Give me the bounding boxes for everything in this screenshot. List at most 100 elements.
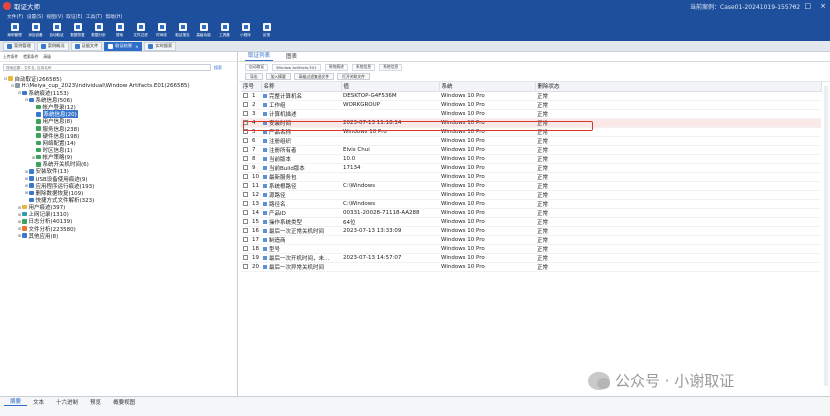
table-row[interactable]: 17 制造商 Windows 10 Pro 正常 bbox=[241, 235, 821, 245]
tab-hex[interactable]: 十六进制 bbox=[50, 397, 84, 406]
row-checkbox[interactable] bbox=[243, 101, 248, 107]
col-name[interactable]: 名称 bbox=[261, 82, 342, 92]
case-manage-button[interactable]: 案例管理 bbox=[4, 21, 25, 41]
table-row[interactable]: 19 最后一次开机时间，未... 2023-07-13 14:57:07 Window… bbox=[241, 253, 821, 263]
table-row[interactable]: 6 注册组织 Windows 10 Pro 正常 bbox=[241, 136, 821, 146]
row-checkbox[interactable] bbox=[243, 110, 248, 116]
col-value[interactable]: 值 bbox=[341, 82, 440, 92]
data-recovery-button[interactable]: 数据恢复 bbox=[67, 21, 88, 41]
tree-node[interactable]: ⊞ 其他应用(8) bbox=[0, 232, 237, 240]
menu-file[interactable]: 文件(F) bbox=[7, 13, 27, 20]
breadcrumb-item[interactable]: 系统痕迹 bbox=[324, 63, 348, 71]
table-row[interactable]: 20 最后一次异常关机时间 Windows 10 Pro 正常 bbox=[241, 262, 821, 272]
open-related-file-button[interactable]: 打开关联文件 bbox=[337, 73, 370, 80]
tree-node[interactable]: 硬件信息(198) bbox=[0, 132, 237, 140]
menu-forensics[interactable]: 取证(E) bbox=[66, 13, 86, 20]
toolset-button[interactable]: 工具集 bbox=[214, 21, 235, 41]
table-row[interactable]: 2 工作组 WORKGROUP Windows 10 Pro 正常 bbox=[241, 100, 821, 110]
tree-node[interactable]: 系统信息(20) bbox=[0, 110, 237, 119]
row-checkbox[interactable] bbox=[243, 155, 248, 161]
tab-live-search[interactable]: 实时搜索 bbox=[144, 41, 177, 51]
advanced-dropdown[interactable]: 高级 bbox=[43, 54, 51, 60]
advanced-button[interactable]: 高级功能 bbox=[193, 21, 214, 41]
tab-results[interactable]: 取证结果 × bbox=[104, 41, 143, 51]
col-delete-status[interactable]: 删除状态 bbox=[535, 82, 822, 92]
feedback-button[interactable]: 反馈 bbox=[256, 21, 277, 41]
menu-view[interactable]: 视图(V) bbox=[46, 13, 66, 20]
table-row[interactable]: 14 产品ID 00331-20028-71118-AA288 Windows 10 … bbox=[241, 208, 821, 218]
table-row[interactable]: 1 完整计算机名 DESKTOP-G4F536M Windows 10 Pro 正常 bbox=[241, 91, 821, 101]
table-row[interactable]: 12 源路径 Windows 10 Pro 正常 bbox=[241, 190, 821, 200]
tab-preview[interactable]: 预览 bbox=[84, 397, 107, 406]
upload-condition-dropdown[interactable]: 上传条件 bbox=[3, 54, 18, 60]
row-checkbox[interactable] bbox=[243, 218, 248, 224]
menu-help[interactable]: 帮助(H) bbox=[105, 13, 125, 20]
row-checkbox[interactable] bbox=[243, 164, 248, 170]
menu-settings[interactable]: 设置(S) bbox=[27, 13, 47, 20]
tab-chart[interactable]: 图表 bbox=[283, 52, 300, 61]
tree-node[interactable]: 服务信息(238) bbox=[0, 125, 237, 133]
tree-node[interactable]: 用户信息(8) bbox=[0, 118, 237, 125]
row-checkbox[interactable] bbox=[243, 92, 248, 98]
export-button[interactable]: 导出 bbox=[245, 73, 263, 80]
table-row[interactable]: 10 最新服务包 Windows 10 Pro 正常 bbox=[241, 172, 821, 182]
row-checkbox[interactable] bbox=[243, 263, 248, 269]
row-checkbox[interactable] bbox=[243, 254, 248, 260]
table-row[interactable]: 4 安装时间 2023-07-13 11:18:14 Windows 10 Pro 正常 bbox=[241, 118, 821, 128]
auto-forensics-button[interactable]: 自动取证 bbox=[46, 21, 67, 41]
breadcrumb-item[interactable]: 自动取证 bbox=[245, 63, 269, 71]
tree-node[interactable]: 网络配置(14) bbox=[0, 139, 237, 147]
vertical-scrollbar[interactable] bbox=[824, 86, 828, 386]
tab-summary-view[interactable]: 概要视图 bbox=[107, 397, 141, 406]
tree-node[interactable]: 时区信息(1) bbox=[0, 146, 237, 154]
timeline-button[interactable]: 时间线 bbox=[151, 21, 172, 41]
miniapp-button[interactable]: 小程序 bbox=[235, 21, 256, 41]
tree-search-button[interactable]: 搜索 bbox=[214, 65, 222, 71]
file-filter-button[interactable]: 文件过滤 bbox=[130, 21, 151, 41]
col-system[interactable]: 系统 bbox=[439, 82, 536, 92]
row-checkbox[interactable] bbox=[243, 146, 248, 152]
row-checkbox[interactable] bbox=[243, 128, 248, 134]
search-condition-dropdown[interactable]: 检索条件 bbox=[23, 54, 38, 60]
table-row[interactable]: 7 注册所有者 Elvis Chui Windows 10 Pro 正常 bbox=[241, 145, 821, 155]
table-row[interactable]: 15 操作系统类型 64位 Windows 10 Pro 正常 bbox=[241, 217, 821, 227]
maximize-icon[interactable]: □ bbox=[805, 2, 812, 10]
row-checkbox[interactable] bbox=[243, 209, 248, 215]
row-checkbox[interactable] bbox=[243, 182, 248, 188]
tab-case-manage[interactable]: 案例管理 bbox=[3, 41, 35, 51]
tab-evidence-files[interactable]: 证据文件 bbox=[70, 41, 103, 51]
table-row[interactable]: 16 最后一次正常关机时间 2023-07-13 13:33:09 Windows 1… bbox=[241, 226, 821, 236]
add-device-button[interactable]: 添加设备 bbox=[25, 21, 46, 41]
table-row[interactable]: 18 型号 Windows 10 Pro 正常 bbox=[241, 244, 821, 254]
row-checkbox[interactable] bbox=[243, 227, 248, 233]
table-row[interactable]: 11 系统根路径 C:\Windows Windows 10 Pro 正常 bbox=[241, 181, 821, 191]
tab-text[interactable]: 文本 bbox=[27, 397, 50, 406]
table-row[interactable]: 8 当前版本 10.0 Windows 10 Pro 正常 bbox=[241, 154, 821, 164]
tree-node[interactable]: ⊟ 系统信息(506) bbox=[0, 96, 237, 104]
table-row[interactable]: 5 产品名称 Windows 10 Pro Windows 10 Pro 正常 bbox=[241, 127, 821, 137]
data-analysis-button[interactable]: 数据分析 bbox=[88, 21, 109, 41]
search-button[interactable]: 搜索 bbox=[109, 21, 130, 41]
close-tab-icon[interactable]: × bbox=[135, 44, 138, 49]
breadcrumb-item[interactable]: 系统信息 bbox=[379, 63, 403, 71]
col-index[interactable]: 序号 bbox=[241, 82, 262, 92]
row-checkbox[interactable] bbox=[243, 119, 248, 125]
report-button[interactable]: 取证报告 bbox=[172, 21, 193, 41]
breadcrumb-item[interactable]: 系统信息 bbox=[351, 63, 376, 71]
minimize-icon[interactable]: – bbox=[792, 2, 796, 10]
add-summary-button[interactable]: 加入摘要 bbox=[265, 73, 291, 80]
tab-results-list[interactable]: 取证列表 bbox=[245, 51, 274, 61]
menu-tools[interactable]: 工具(T) bbox=[86, 13, 106, 20]
row-checkbox[interactable] bbox=[243, 200, 248, 206]
tab-summary[interactable]: 摘要 bbox=[4, 397, 28, 406]
tree-node[interactable]: ⊟ 自动取证(266585) bbox=[0, 75, 237, 83]
table-row[interactable]: 9 当前Build版本 17134 Windows 10 Pro 正常 bbox=[241, 163, 821, 173]
row-checkbox[interactable] bbox=[243, 236, 248, 242]
tree-search-input[interactable] bbox=[3, 64, 211, 71]
tree-node[interactable]: 帐户登录(12) bbox=[0, 104, 237, 111]
table-row[interactable]: 13 路径名 C:\Windows Windows 10 Pro 正常 bbox=[241, 199, 821, 209]
close-icon[interactable]: × bbox=[820, 2, 826, 10]
row-checkbox[interactable] bbox=[243, 191, 248, 197]
row-checkbox[interactable] bbox=[243, 245, 248, 251]
row-checkbox[interactable] bbox=[243, 137, 248, 143]
